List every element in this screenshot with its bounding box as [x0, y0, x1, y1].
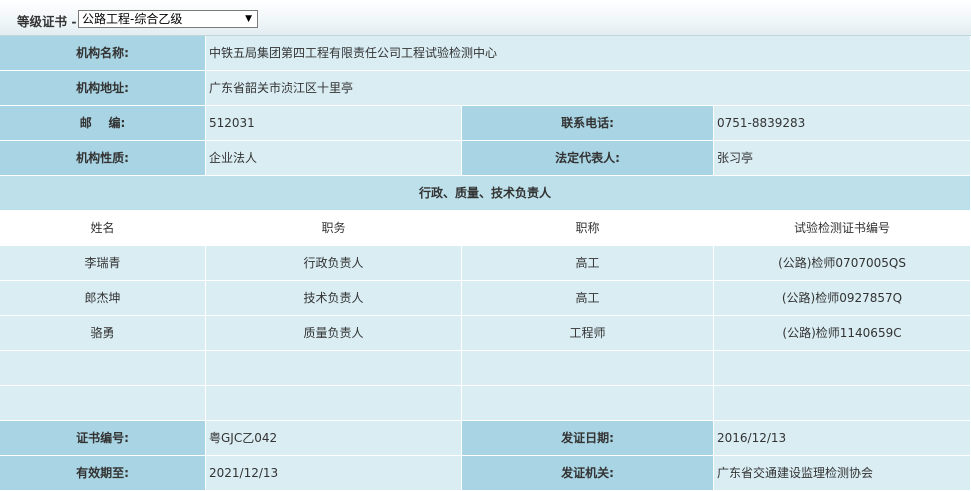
- legal-rep-value: 张习亭: [714, 141, 971, 175]
- staff-position: 技术负责人: [206, 281, 462, 315]
- nature-legalrep-row: 机构性质: 企业法人 法定代表人: 张习亭: [0, 141, 971, 176]
- staff-header-row: 姓名 职务 职称 试验检测证书编号: [0, 211, 971, 246]
- section-title: 行政、质量、技术负责人: [0, 176, 971, 210]
- staff-title: 工程师: [462, 316, 714, 350]
- column-header-name: 姓名: [0, 211, 206, 245]
- empty-cell: [462, 386, 714, 420]
- institution-info-table: 机构名称: 中铁五局集团第四工程有限责任公司工程试验检测中心 机构地址: 广东省…: [0, 36, 971, 491]
- postcode-value: 512031: [206, 106, 462, 140]
- staff-position: 质量负责人: [206, 316, 462, 350]
- staff-position: 行政负责人: [206, 246, 462, 280]
- nature-value: 企业法人: [206, 141, 462, 175]
- postcode-phone-row: 邮 编: 512031 联系电话: 0751-8839283: [0, 106, 971, 141]
- valid-until-label: 有效期至:: [0, 456, 206, 490]
- cert-number-value: 粤GJC乙042: [206, 421, 462, 455]
- certificate-label: 等级证书 -: [17, 14, 77, 29]
- staff-name: 李瑞青: [0, 246, 206, 280]
- valid-until-value: 2021/12/13: [206, 456, 462, 490]
- empty-cell: [206, 351, 462, 385]
- empty-cell: [206, 386, 462, 420]
- org-name-row: 机构名称: 中铁五局集团第四工程有限责任公司工程试验检测中心: [0, 36, 971, 71]
- empty-row: [0, 351, 971, 386]
- empty-cell: [714, 386, 971, 420]
- empty-cell: [0, 351, 206, 385]
- dropdown-arrow-icon[interactable]: ▼: [245, 11, 252, 27]
- table-row: 骆勇 质量负责人 工程师 (公路)检师1140659C: [0, 316, 971, 351]
- table-row: 郎杰坤 技术负责人 高工 (公路)检师0927857Q: [0, 281, 971, 316]
- issuer-value: 广东省交通建设监理检测协会: [714, 456, 971, 490]
- org-name-label: 机构名称:: [0, 36, 206, 70]
- empty-cell: [714, 351, 971, 385]
- staff-title: 高工: [462, 246, 714, 280]
- issuer-label: 发证机关:: [462, 456, 714, 490]
- empty-cell: [0, 386, 206, 420]
- legal-rep-label: 法定代表人:: [462, 141, 714, 175]
- staff-name: 郎杰坤: [0, 281, 206, 315]
- empty-row: [0, 386, 971, 421]
- column-header-cert-number: 试验检测证书编号: [714, 211, 971, 245]
- address-value: 广东省韶关市浈江区十里亭: [206, 71, 971, 105]
- staff-cert-number: (公路)检师1140659C: [714, 316, 971, 350]
- staff-cert-number: (公路)检师0707005QS: [714, 246, 971, 280]
- certificate-grade-select[interactable]: 公路工程-综合乙级 ▼: [78, 10, 258, 28]
- address-row: 机构地址: 广东省韶关市浈江区十里亭: [0, 71, 971, 106]
- postcode-label: 邮 编:: [0, 106, 206, 140]
- section-title-row: 行政、质量、技术负责人: [0, 176, 971, 211]
- certificate-bar: 等级证书 - 公路工程-综合乙级 ▼: [0, 0, 971, 36]
- column-header-title: 职称: [462, 211, 714, 245]
- nature-label: 机构性质:: [0, 141, 206, 175]
- empty-cell: [462, 351, 714, 385]
- address-label: 机构地址:: [0, 71, 206, 105]
- issue-date-label: 发证日期:: [462, 421, 714, 455]
- column-header-position: 职务: [206, 211, 462, 245]
- staff-name: 骆勇: [0, 316, 206, 350]
- issue-date-value: 2016/12/13: [714, 421, 971, 455]
- table-row: 李瑞青 行政负责人 高工 (公路)检师0707005QS: [0, 246, 971, 281]
- staff-title: 高工: [462, 281, 714, 315]
- phone-value: 0751-8839283: [714, 106, 971, 140]
- cert-number-label: 证书编号:: [0, 421, 206, 455]
- cert-number-row: 证书编号: 粤GJC乙042 发证日期: 2016/12/13: [0, 421, 971, 456]
- phone-label: 联系电话:: [462, 106, 714, 140]
- staff-cert-number: (公路)检师0927857Q: [714, 281, 971, 315]
- org-name-value: 中铁五局集团第四工程有限责任公司工程试验检测中心: [206, 36, 971, 70]
- certificate-grade-value: 公路工程-综合乙级: [82, 12, 183, 26]
